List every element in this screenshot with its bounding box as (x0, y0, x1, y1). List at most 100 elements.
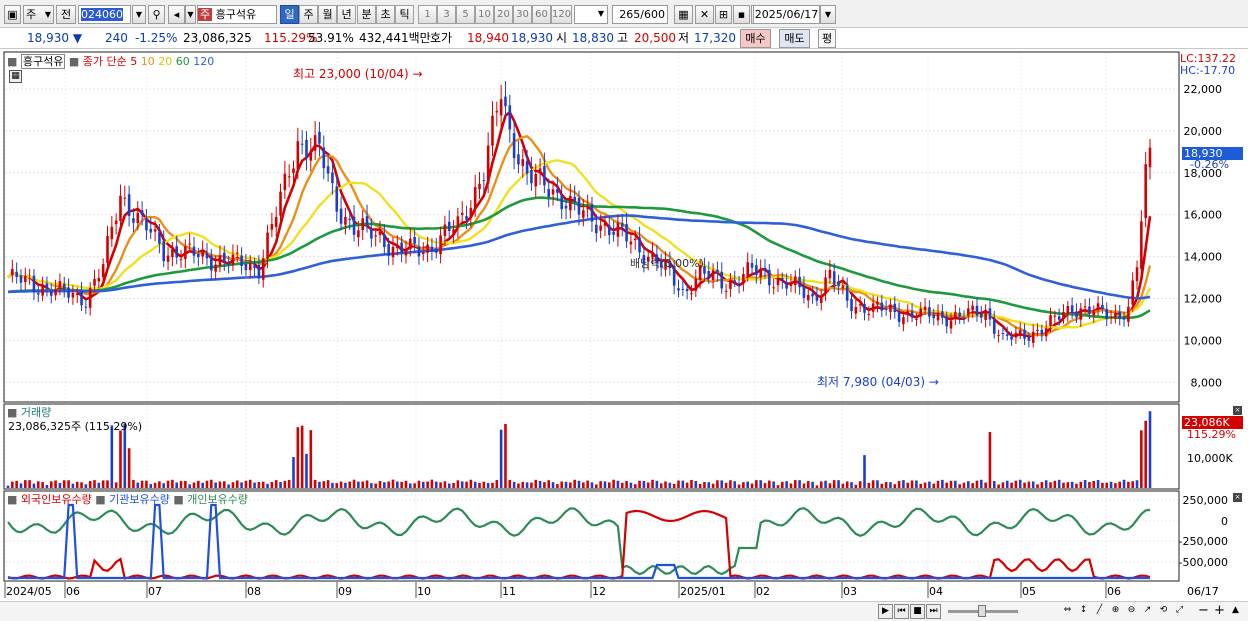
candle-body (214, 264, 217, 272)
volume-bar (677, 480, 680, 488)
x-tick-label: 08 (247, 585, 261, 598)
arrow-right-icon: → (412, 67, 423, 81)
grid-toggle-icon[interactable]: ▦ (9, 70, 22, 83)
volume-bar (54, 480, 57, 488)
candle-body (785, 281, 788, 289)
volume-bar (720, 480, 724, 488)
candle-body (469, 207, 473, 217)
volume-bar (171, 479, 174, 488)
stock-code-input[interactable]: 024060 (78, 5, 131, 24)
avg-button[interactable]: 평 (818, 29, 836, 48)
search-icon[interactable]: ⚲ (148, 5, 165, 24)
volume-bar (871, 480, 875, 488)
save-icon[interactable]: ▪ (733, 5, 750, 24)
volume-bar (625, 480, 628, 488)
period-mode-select[interactable]: 주 ▼ (23, 5, 54, 24)
stock-chart[interactable]: 22,00020,00018,00016,00014,00012,00010,0… (0, 49, 1248, 601)
date-dropdown[interactable]: ▼ (820, 5, 836, 24)
volume-bar (1027, 481, 1031, 488)
minute-10[interactable]: 10 (475, 5, 494, 24)
candle-body (824, 277, 827, 294)
period-month[interactable]: 월 (318, 5, 337, 24)
candle-body (145, 218, 148, 231)
pan-icon[interactable]: ⇔ (1060, 604, 1075, 619)
custom-period-dropdown[interactable]: ▼ (594, 5, 608, 24)
minute-60[interactable]: 60 (532, 5, 551, 24)
minute-5[interactable]: 5 (456, 5, 475, 24)
candle-body (1131, 280, 1134, 305)
speaker-icon[interactable]: ◂ (168, 5, 185, 24)
minute-20[interactable]: 20 (494, 5, 513, 24)
indicator-icon[interactable]: ▦ (674, 5, 693, 24)
volume-bar (763, 483, 767, 488)
candle-body (876, 301, 879, 305)
candle-body (828, 269, 832, 279)
candle-body (897, 310, 901, 322)
period-day[interactable]: 일 (280, 5, 299, 24)
minute-120[interactable]: 120 (551, 5, 572, 24)
zoom-in-icon[interactable]: ⊕ (1108, 604, 1123, 619)
draw-icon[interactable]: ✕ (695, 5, 714, 24)
period-minute[interactable]: 분 (357, 5, 376, 24)
period-second[interactable]: 초 (376, 5, 395, 24)
fast-forward-icon[interactable]: ⏭ (926, 604, 941, 619)
volume-bar (1127, 481, 1130, 488)
volume-bar (84, 484, 88, 488)
volume-bar (400, 481, 403, 488)
stop-icon[interactable]: ■ (910, 604, 925, 619)
x-tick-label: 10 (417, 585, 431, 598)
zoom-out-icon[interactable]: ⊖ (1124, 604, 1139, 619)
pan-vertical-icon[interactable]: ↕ (1076, 604, 1091, 619)
stock-name-field[interactable]: 주 흥구석유 (197, 5, 277, 24)
move-right-icon[interactable]: ▲ (1228, 604, 1243, 619)
prev-button[interactable]: 전 (56, 5, 76, 24)
candle-body (906, 311, 910, 316)
plus-icon[interactable]: + (1212, 604, 1227, 619)
candle-body (248, 263, 252, 271)
candle-body (365, 216, 369, 226)
zoom-slider-handle[interactable] (978, 605, 986, 617)
volume-bar (305, 453, 308, 488)
volume-bar (854, 484, 858, 488)
nav-dropdown[interactable]: ▼ (185, 5, 196, 24)
close-icon[interactable]: × (1233, 493, 1242, 502)
minute-30[interactable]: 30 (513, 5, 532, 24)
minute-3[interactable]: 3 (437, 5, 456, 24)
volume-bar (119, 430, 122, 488)
reset-icon[interactable]: ⟲ (1156, 604, 1171, 619)
candle-body (28, 278, 31, 280)
rewind-icon[interactable]: ⏮ (894, 604, 909, 619)
minute-1[interactable]: 1 (418, 5, 437, 24)
legend-square-icon: ■ (68, 55, 80, 68)
candle-body (270, 224, 274, 230)
volume-bar (110, 425, 114, 488)
period-year[interactable]: 년 (337, 5, 356, 24)
candle-body (222, 252, 226, 262)
crosshair-icon[interactable]: ⊞ (715, 5, 732, 24)
candle-body (962, 317, 966, 319)
volume-bar (547, 480, 551, 488)
candle-body (720, 272, 724, 289)
scroll-right-icon[interactable]: ▶ (878, 604, 893, 619)
chart-scrollbar[interactable]: ▶ ⏮ ■ ⏭ ⇔ ↕ ╱ ⊕ ⊖ ↗ ⟲ ⤢ − + ▲ (0, 601, 1248, 621)
sell-button[interactable]: 매도 (779, 29, 810, 48)
candle-body (383, 234, 386, 248)
price-tag-pct: -0.26% (1190, 158, 1229, 171)
line-draw-icon[interactable]: ╱ (1092, 604, 1107, 619)
period-week[interactable]: 주 (299, 5, 318, 24)
layout-icon[interactable]: ▣ (4, 5, 21, 24)
buy-button[interactable]: 매수 (740, 29, 771, 48)
pointer-icon[interactable]: ↗ (1140, 604, 1155, 619)
low-label: 저 (678, 31, 690, 45)
volume-bar (755, 480, 758, 488)
date-input[interactable]: 2025/06/17 (753, 5, 820, 24)
minus-icon[interactable]: − (1196, 604, 1211, 619)
period-tick[interactable]: 틱 (395, 5, 414, 24)
candle-body (586, 206, 589, 210)
volume-bar (703, 481, 706, 488)
fit-icon[interactable]: ⤢ (1172, 604, 1187, 619)
code-dropdown[interactable]: ▼ (132, 5, 146, 24)
count-input[interactable]: 265/600 (612, 5, 668, 24)
close-icon[interactable]: × (1233, 406, 1242, 415)
candle-body (413, 237, 416, 244)
